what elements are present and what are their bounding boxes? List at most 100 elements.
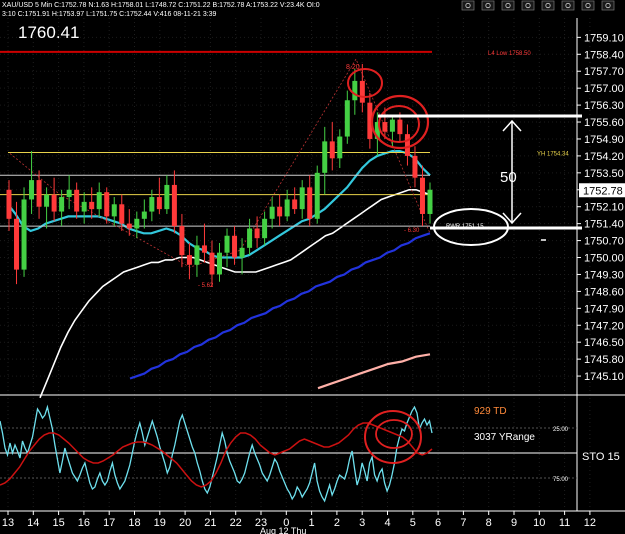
price-tick-label: 1747.90 xyxy=(584,303,624,315)
pointer-icon-frame[interactable] xyxy=(461,0,475,11)
annotation-text: 50 xyxy=(500,169,517,186)
close-icon[interactable] xyxy=(601,0,615,11)
candle-body xyxy=(389,119,395,132)
annotation-text: RWR 1751.15 xyxy=(446,224,484,230)
time-tick-label: 20 xyxy=(179,517,191,529)
candle-body xyxy=(201,245,207,253)
candle-body xyxy=(134,218,140,229)
chart-icon-frame[interactable] xyxy=(521,0,535,11)
time-tick-label: 12 xyxy=(584,517,596,529)
time-tick-label: 16 xyxy=(78,517,90,529)
price-tick-label: 1753.50 xyxy=(584,168,624,180)
candle xyxy=(314,165,320,224)
candle-body xyxy=(96,192,102,210)
pointer-icon[interactable] xyxy=(461,0,475,11)
candle-body xyxy=(164,184,170,210)
drag-icon-frame[interactable] xyxy=(501,0,515,11)
sto-tick-label: 75.00 xyxy=(553,477,569,483)
candle-body xyxy=(66,189,72,198)
price-tick-label: 1750.70 xyxy=(584,236,624,248)
time-tick-label: 5 xyxy=(410,517,416,529)
sto-tick-label: 25.00 xyxy=(553,427,569,433)
time-tick-label: 17 xyxy=(103,517,115,529)
crosshair-icon-frame[interactable] xyxy=(481,0,495,11)
yh-level-label: YH 1754.34 xyxy=(537,152,569,158)
window-icon-frame[interactable] xyxy=(581,0,595,11)
candle-body xyxy=(36,180,42,207)
candle-body xyxy=(419,177,425,214)
date-label: Aug 12 Thu xyxy=(260,526,306,534)
zoom-out-icon[interactable] xyxy=(561,0,575,11)
time-tick-label: 8 xyxy=(486,517,492,529)
candle-body xyxy=(217,252,222,275)
candle-body xyxy=(59,197,65,212)
time-tick-label: 11 xyxy=(559,517,570,529)
zoom-in-icon-frame[interactable] xyxy=(541,0,555,11)
time-tick-label: 22 xyxy=(230,517,242,529)
candle-body xyxy=(224,235,230,253)
candle-body xyxy=(6,189,12,219)
close-icon-frame[interactable] xyxy=(601,0,615,11)
candle-body xyxy=(29,180,35,200)
price-tick-label: 1747.20 xyxy=(584,320,624,332)
chart-icon[interactable] xyxy=(521,0,535,11)
candle-body xyxy=(186,255,192,265)
zoom-in-icon[interactable] xyxy=(541,0,555,11)
candle-body xyxy=(239,247,245,258)
candle-body xyxy=(141,211,147,219)
price-tick-label: 1745.10 xyxy=(584,371,624,383)
price-tick-label: 1757.70 xyxy=(584,66,624,78)
zoom-out-icon-frame[interactable] xyxy=(561,0,575,11)
candle-body xyxy=(89,201,95,210)
candle-body xyxy=(51,194,57,212)
time-tick-label: 7 xyxy=(460,517,466,529)
candle-body xyxy=(307,187,313,219)
candle-body xyxy=(352,80,358,101)
price-tick-label: 1756.30 xyxy=(584,100,624,112)
sto-legend-td: 929 TD xyxy=(474,406,507,417)
candle-body xyxy=(44,194,50,207)
price-tick-label: 1755.60 xyxy=(584,117,624,129)
candle-body xyxy=(209,252,215,275)
candle-body xyxy=(397,119,403,135)
price-tick-label: 1745.80 xyxy=(584,354,624,366)
time-tick-label: 1 xyxy=(309,517,315,529)
time-tick-label: 9 xyxy=(511,517,517,529)
chart-window: XAU/USD 5 Min C:1752.78 N:1.63 H:1758.01… xyxy=(0,0,625,534)
candle-body xyxy=(292,199,298,210)
candle-body xyxy=(269,206,275,219)
candle-body xyxy=(277,206,283,217)
candle-body xyxy=(171,184,177,227)
price-tick-label: 1751.40 xyxy=(584,219,624,231)
price-tick-label: 1759.10 xyxy=(584,32,624,44)
candle-body xyxy=(126,223,132,229)
price-tick-label: 1757.00 xyxy=(584,83,624,95)
candle-body xyxy=(314,172,320,219)
time-tick-label: 21 xyxy=(204,517,216,529)
crosshair-icon[interactable] xyxy=(481,0,495,11)
candle-body xyxy=(404,134,410,156)
last-price-readout: 1760.41 xyxy=(18,23,79,42)
time-tick-label: 6 xyxy=(435,517,441,529)
candle xyxy=(21,187,27,277)
candle-body xyxy=(284,199,290,217)
candle-body xyxy=(337,136,343,159)
annotation-text: 8.20 xyxy=(346,64,360,71)
drag-icon[interactable] xyxy=(501,0,515,11)
price-tick-label: 1758.40 xyxy=(584,49,624,61)
time-tick-label: 18 xyxy=(128,517,140,529)
red-level-label: L4 Low 1758.50 xyxy=(488,51,531,57)
last-price-label: 1752.78 xyxy=(583,185,623,197)
time-tick-label: 13 xyxy=(2,517,14,529)
candle-body xyxy=(179,226,185,256)
annotation-text: - 5.62 xyxy=(198,283,214,289)
candle-body xyxy=(104,192,110,217)
candle-body xyxy=(322,141,328,173)
candle-body xyxy=(156,197,162,210)
candle-body xyxy=(329,141,335,159)
time-tick-label: 10 xyxy=(533,517,545,529)
price-tick-label: 1750.00 xyxy=(584,253,624,265)
window-icon[interactable] xyxy=(581,0,595,11)
candle-body xyxy=(149,197,155,212)
time-tick-label: 3 xyxy=(359,517,365,529)
